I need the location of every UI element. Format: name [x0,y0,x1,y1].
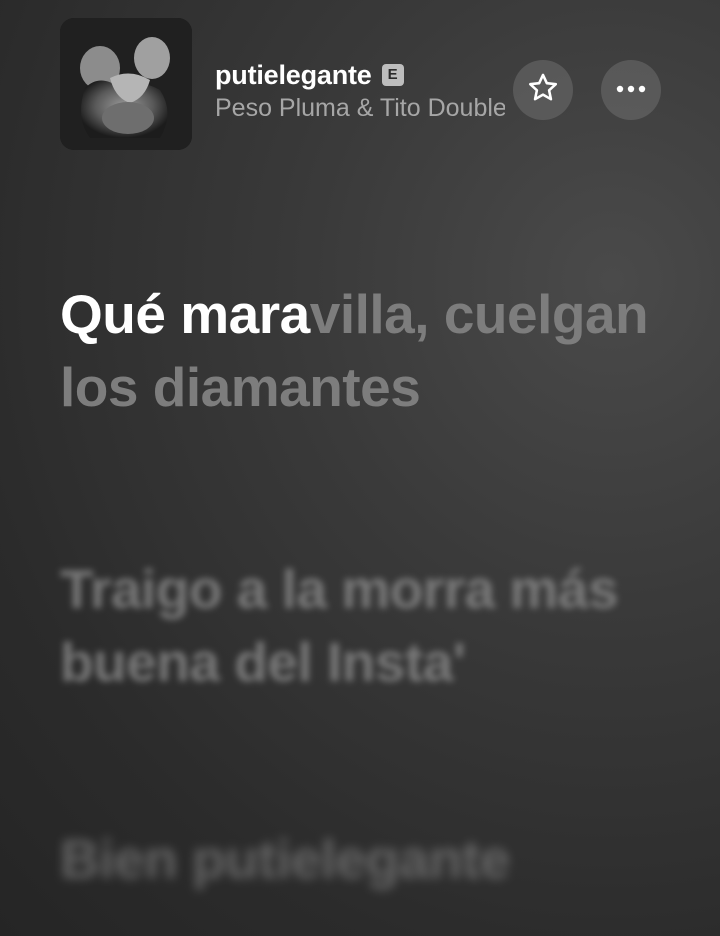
track-info[interactable]: putielegante E Peso Pluma & Tito Double … [215,58,505,123]
star-icon [526,71,560,110]
track-artist: Peso Pluma & Tito Double P [215,94,505,122]
lyric-line-upcoming[interactable]: Bien putielegante [60,823,680,896]
more-horizontal-icon [614,81,648,99]
now-playing-header: putielegante E Peso Pluma & Tito Double … [60,18,680,152]
more-options-button[interactable] [601,60,661,120]
lyric-line-next[interactable]: Traigo a la morra más buena del Insta' [60,553,680,699]
lyrics-screen: putielegante E Peso Pluma & Tito Double … [0,0,720,936]
track-title: putielegante [215,59,372,90]
explicit-badge: E [381,64,404,86]
album-artwork[interactable] [60,18,192,150]
lyric-sung-portion: Qué mara [60,283,310,345]
lyric-line-current[interactable]: Qué maravilla, cuelgan los diamantes [60,278,680,424]
favorite-button[interactable] [513,60,573,120]
lyrics-view[interactable]: Qué maravilla, cuelgan los diamantes Tra… [60,278,680,890]
